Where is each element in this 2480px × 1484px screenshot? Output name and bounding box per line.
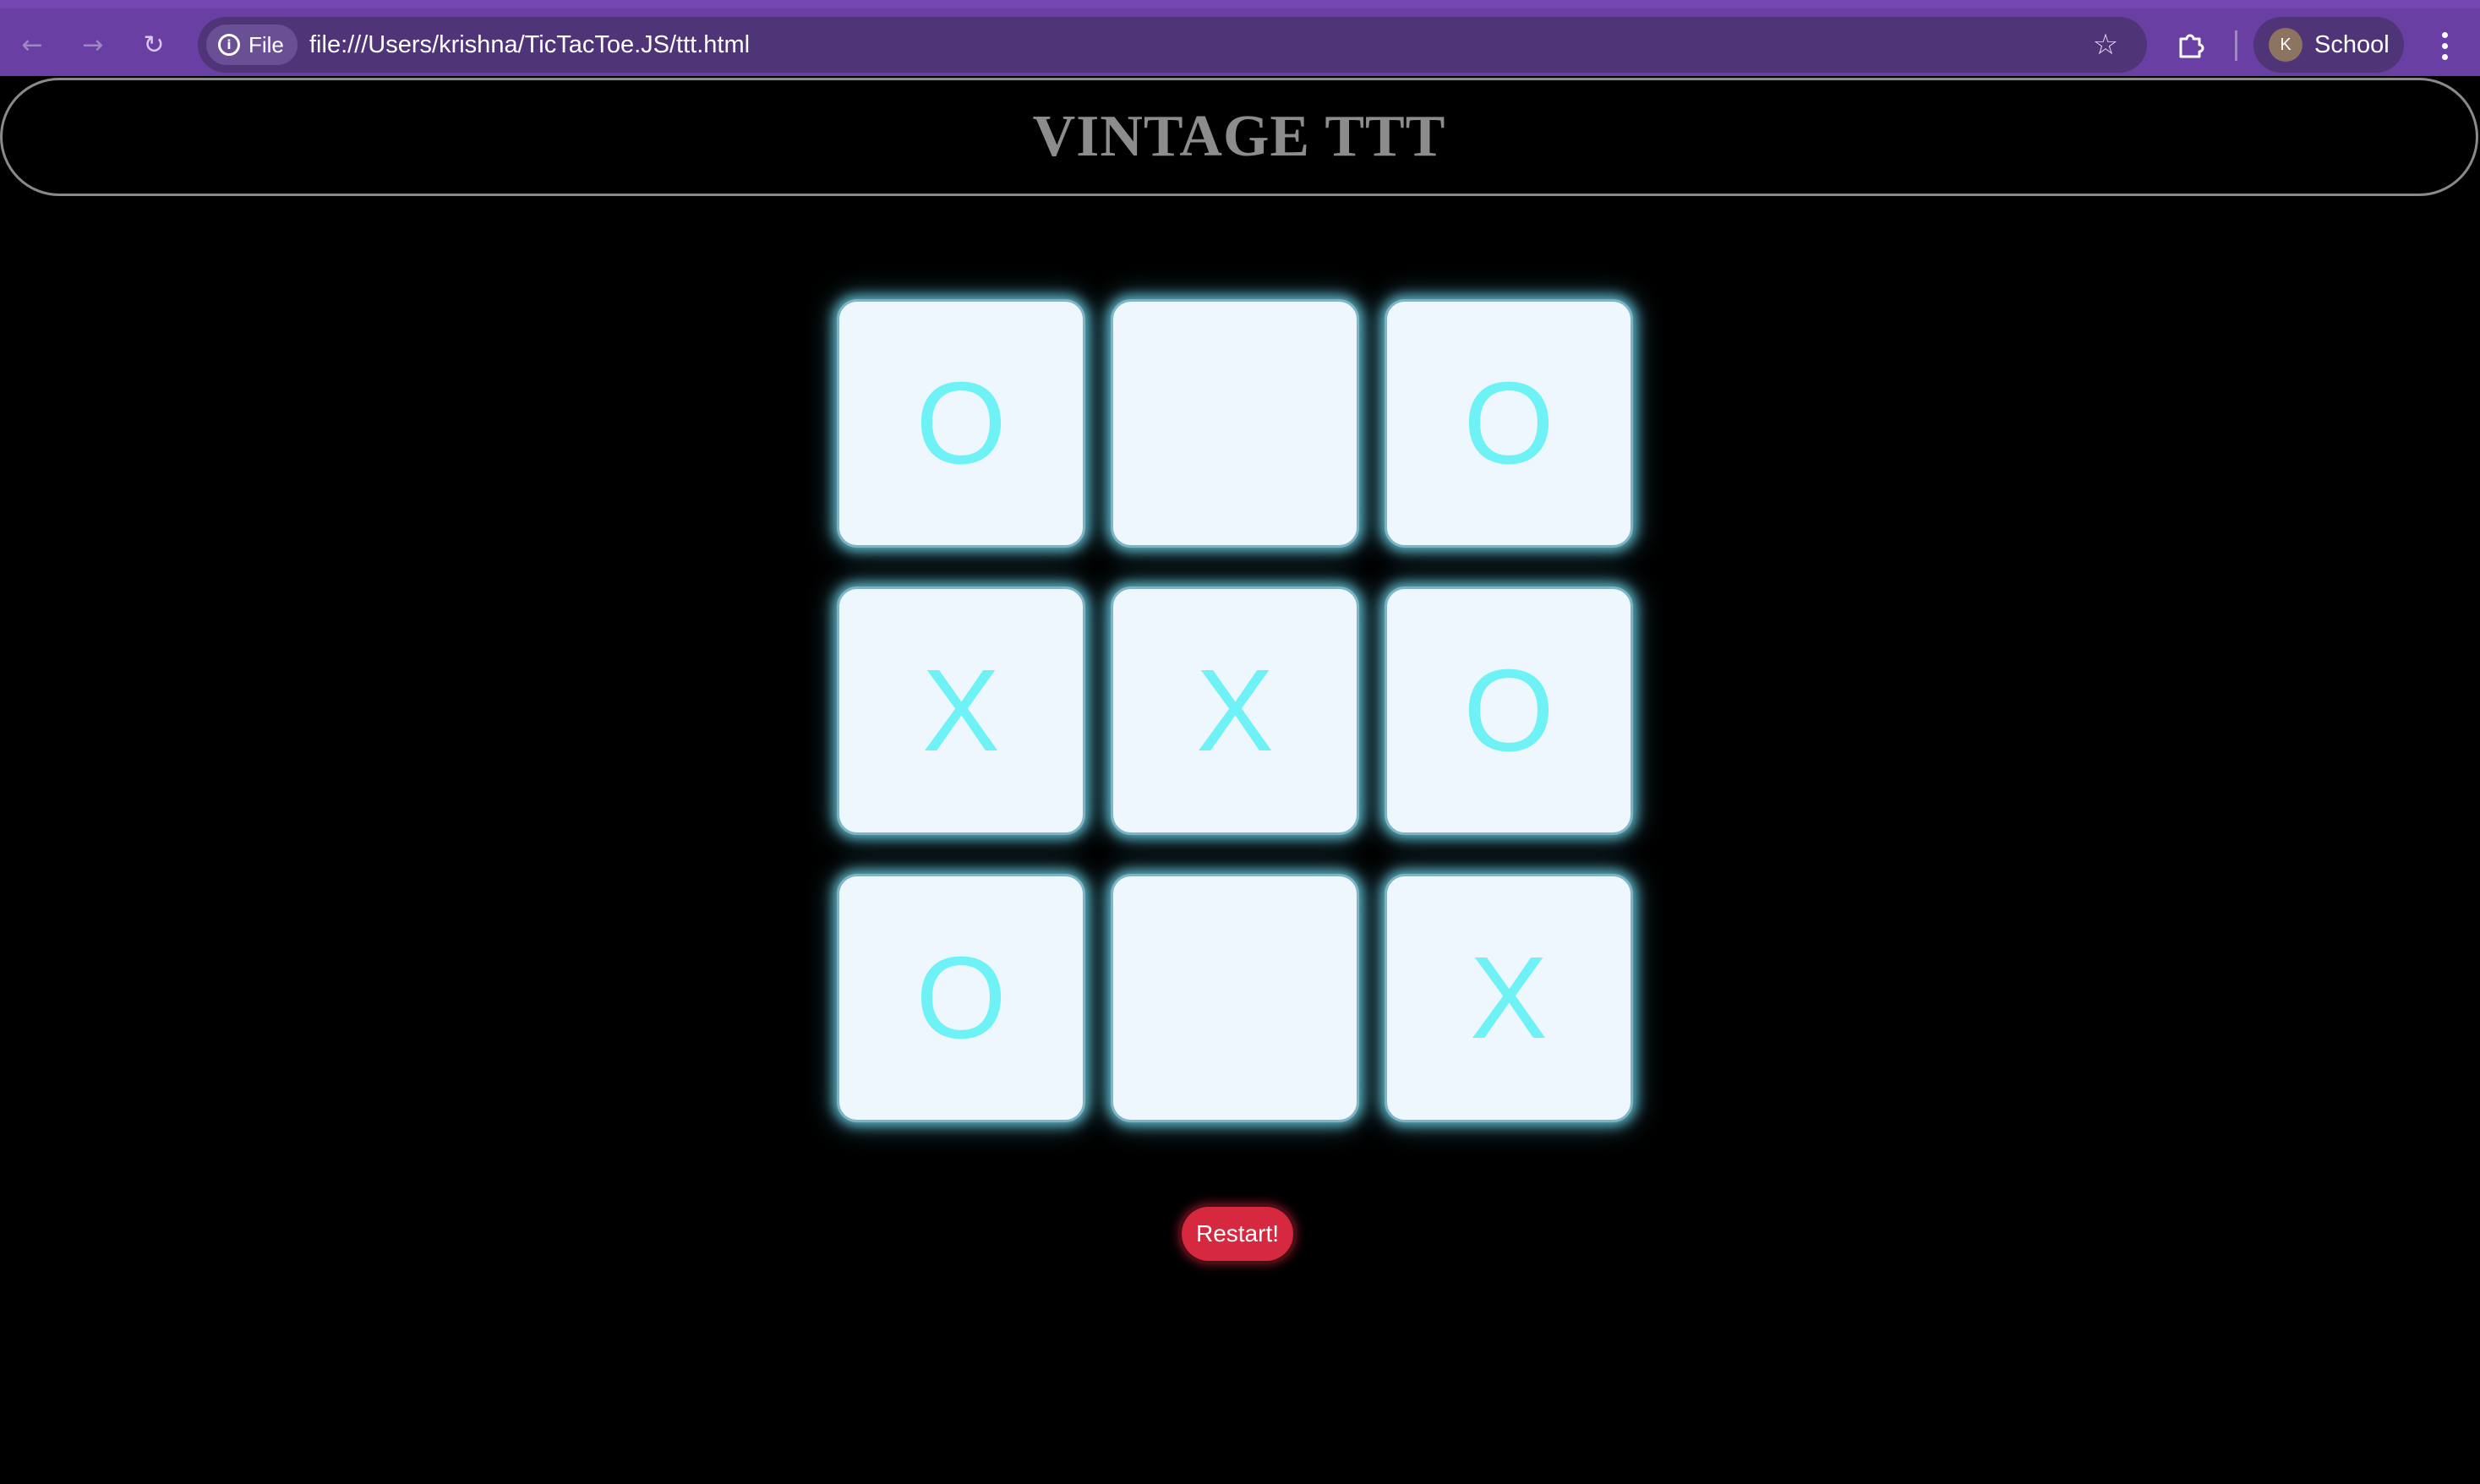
page-content: VINTAGE TTT O O X X O O X Restart! (0, 76, 2480, 1484)
puzzle-icon (2179, 34, 2204, 58)
forward-button[interactable]: → (73, 25, 113, 66)
back-button[interactable]: ← (12, 25, 52, 66)
board-cell-8[interactable] (1111, 874, 1359, 1122)
cell-mark: O (1463, 646, 1554, 776)
cell-mark: X (1195, 646, 1275, 776)
profile-name: School (2314, 30, 2390, 58)
board-cell-1[interactable]: O (837, 299, 1085, 548)
arrow-left-icon: ← (21, 30, 43, 60)
reload-button[interactable]: ↻ (134, 25, 174, 66)
kebab-menu-icon[interactable] (2424, 25, 2465, 66)
board-cell-4[interactable]: X (837, 587, 1085, 835)
board-cell-7[interactable]: O (837, 874, 1085, 1122)
cell-mark: O (915, 358, 1007, 488)
arrow-right-icon: → (82, 30, 104, 60)
avatar: K (2269, 28, 2302, 62)
toolbar-divider (2235, 30, 2237, 61)
star-icon: ☆ (2092, 28, 2119, 62)
cell-mark: O (915, 933, 1007, 1063)
profile-button[interactable]: K School (2253, 17, 2404, 73)
board-cell-5[interactable]: X (1111, 587, 1359, 835)
bookmark-star-button[interactable]: ☆ (2084, 24, 2127, 66)
cell-mark: X (921, 646, 1001, 776)
address-bar[interactable]: i File file:///Users/krishna/TicTacToe.J… (198, 17, 2147, 73)
game-board: O O X X O O X (837, 299, 1636, 1122)
reload-icon: ↻ (143, 30, 165, 60)
extensions-button[interactable] (2169, 24, 2213, 68)
board-cell-2[interactable] (1111, 299, 1359, 548)
url-text[interactable]: file:///Users/krishna/TicTacToe.JS/ttt.h… (309, 17, 750, 73)
title-banner: VINTAGE TTT (0, 78, 2478, 196)
cell-mark: O (1463, 358, 1554, 488)
restart-button[interactable]: Restart! (1182, 1207, 1293, 1261)
board-cell-3[interactable]: O (1385, 299, 1633, 548)
board-cell-9[interactable]: X (1385, 874, 1633, 1122)
browser-toolbar: ← → ↻ i File file:///Users/krishna/TicTa… (0, 0, 2480, 76)
site-info-chip[interactable]: i File (206, 25, 298, 65)
board-cell-6[interactable]: O (1385, 587, 1633, 835)
page-title: VINTAGE TTT (1032, 104, 1446, 169)
info-icon: i (218, 34, 240, 56)
site-info-label: File (249, 31, 284, 57)
cell-mark: X (1469, 933, 1549, 1063)
